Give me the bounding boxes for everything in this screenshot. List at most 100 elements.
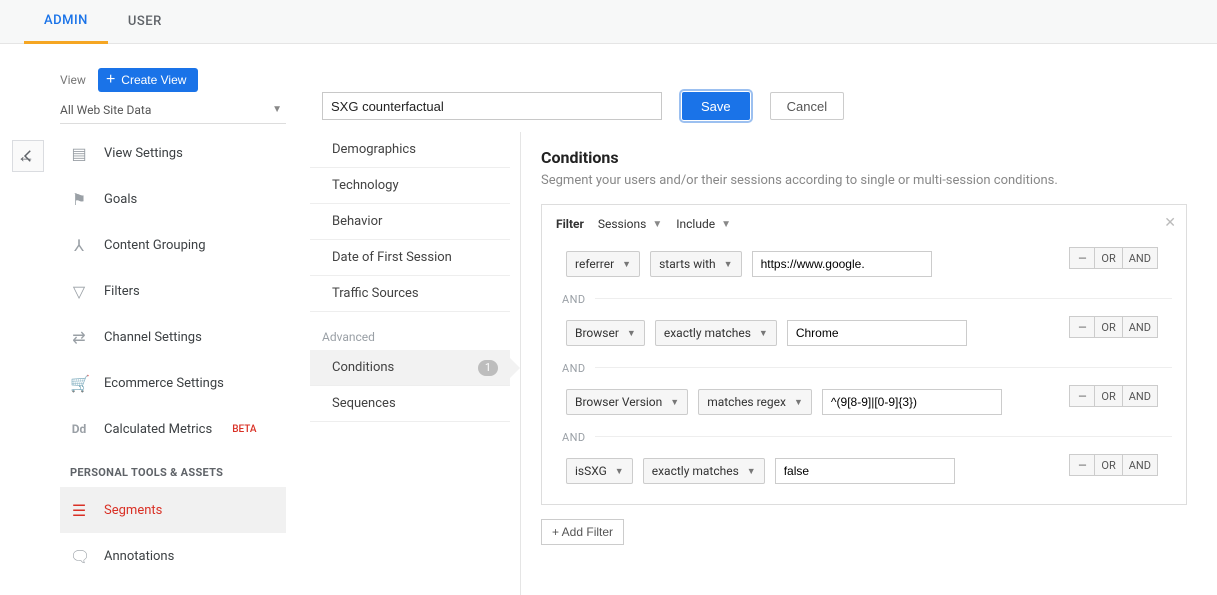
operator-value: matches regex [707, 395, 786, 409]
dimension-select[interactable]: isSXG▼ [566, 458, 633, 484]
caret-down-icon: ▼ [794, 397, 803, 408]
filter-mode-select[interactable]: Include ▼ [676, 217, 731, 231]
or-button[interactable]: OR [1094, 247, 1122, 269]
dimension-select[interactable]: Browser▼ [566, 320, 645, 346]
conditions-panel: Conditions Segment your users and/or the… [520, 132, 1207, 595]
operator-select[interactable]: starts with▼ [650, 251, 742, 277]
remove-row-button[interactable]: — [1069, 454, 1095, 476]
cat-sequences[interactable]: Sequences [310, 386, 510, 422]
category-list: Demographics Technology Behavior Date of… [310, 132, 510, 422]
remove-row-button[interactable]: — [1069, 316, 1095, 338]
and-label: AND [562, 431, 585, 444]
cat-conditions-label: Conditions [332, 360, 394, 375]
condition-row: isSXG▼ exactly matches▼ — OR AND [556, 450, 1172, 492]
conditions-title: Conditions [541, 148, 1187, 167]
nav-channel-settings[interactable]: ⇄ Channel Settings [60, 314, 286, 360]
nav-label: Calculated Metrics [104, 422, 212, 437]
add-filter-button[interactable]: + Add Filter [541, 519, 624, 545]
tab-admin[interactable]: ADMIN [24, 0, 108, 44]
beta-badge: BETA [232, 424, 256, 435]
caret-down-icon: ▼ [721, 219, 731, 230]
view-row: View + Create View [60, 68, 198, 92]
left-nav: ▤ View Settings ⚑ Goals ⅄ Content Groupi… [60, 130, 286, 579]
nav-annotations[interactable]: 🗨 Annotations [60, 533, 286, 579]
save-button[interactable]: Save [682, 92, 750, 120]
data-source-value: All Web Site Data [60, 103, 151, 117]
cat-technology[interactable]: Technology [310, 168, 510, 204]
cat-traffic-sources[interactable]: Traffic Sources [310, 276, 510, 312]
operator-select[interactable]: matches regex ▼ [698, 389, 812, 415]
nav-label: Segments [104, 503, 162, 518]
value-input[interactable] [822, 389, 1002, 415]
nav-label: Channel Settings [104, 330, 202, 345]
filter-box: ✕ Filter Sessions ▼ Include ▼ referrer▼ … [541, 204, 1187, 505]
condition-row: referrer▼ starts with▼ — OR AND [556, 243, 1172, 285]
cat-behavior[interactable]: Behavior [310, 204, 510, 240]
cart-icon: 🛒 [70, 374, 88, 393]
value-input[interactable] [752, 251, 932, 277]
cat-conditions[interactable]: Conditions 1 [310, 350, 510, 386]
caret-down-icon: ▼ [759, 328, 768, 339]
caret-down-icon: ▼ [724, 259, 733, 270]
nav-label: Goals [104, 192, 137, 207]
and-button[interactable]: AND [1122, 385, 1158, 407]
operator-value: exactly matches [664, 326, 751, 340]
or-button[interactable]: OR [1094, 385, 1122, 407]
cat-demographics[interactable]: Demographics [310, 132, 510, 168]
nav-label: Annotations [104, 549, 174, 564]
or-button[interactable]: OR [1094, 316, 1122, 338]
grouping-icon: ⅄ [70, 236, 88, 255]
remove-filter-button[interactable]: ✕ [1164, 215, 1176, 231]
dimension-value: Browser Version [575, 395, 662, 409]
filter-head: Filter Sessions ▼ Include ▼ [556, 217, 1172, 231]
conditions-desc: Segment your users and/or their sessions… [541, 173, 1187, 188]
tab-user[interactable]: USER [108, 0, 182, 44]
funnel-icon: ▽ [70, 282, 88, 301]
condition-row: Browser▼ exactly matches ▼ — OR AND [556, 312, 1172, 354]
nav-calculated-metrics[interactable]: Dd Calculated Metrics BETA [60, 406, 286, 452]
metrics-icon: Dd [70, 422, 88, 436]
and-button[interactable]: AND [1122, 316, 1158, 338]
and-button[interactable]: AND [1122, 247, 1158, 269]
caret-down-icon: ▼ [615, 466, 624, 477]
operator-select[interactable]: exactly matches▼ [643, 458, 765, 484]
value-input[interactable] [775, 458, 955, 484]
remove-row-button[interactable]: — [1069, 247, 1095, 269]
create-view-label: Create View [121, 73, 186, 87]
operator-select[interactable]: exactly matches ▼ [655, 320, 777, 346]
cancel-button[interactable]: Cancel [770, 92, 844, 120]
remove-row-button[interactable]: — [1069, 385, 1095, 407]
nav-label: Ecommerce Settings [104, 376, 224, 391]
dimension-select[interactable]: referrer▼ [566, 251, 640, 277]
dimension-select[interactable]: Browser Version ▼ [566, 389, 688, 415]
filter-mode-value: Include [676, 217, 715, 231]
caret-down-icon: ▼ [622, 259, 631, 270]
nav-filters[interactable]: ▽ Filters [60, 268, 286, 314]
page-icon: ▤ [70, 144, 88, 163]
caret-down-icon: ▼ [670, 397, 679, 408]
segment-name-input[interactable] [322, 92, 662, 120]
back-button[interactable]: ← [12, 140, 44, 172]
and-button[interactable]: AND [1122, 454, 1158, 476]
nav-section-personal: PERSONAL TOOLS & ASSETS [60, 452, 286, 487]
filter-label: Filter [556, 217, 584, 231]
and-separator: AND [556, 354, 1172, 381]
value-input[interactable] [787, 320, 967, 346]
nav-segments[interactable]: ☰ Segments [60, 487, 286, 533]
nav-ecommerce-settings[interactable]: 🛒 Ecommerce Settings [60, 360, 286, 406]
caret-down-icon: ▼ [627, 328, 636, 339]
caret-down-icon: ▼ [652, 219, 662, 230]
channel-icon: ⇄ [70, 328, 88, 347]
data-source-select[interactable]: All Web Site Data ▼ [60, 96, 286, 124]
or-button[interactable]: OR [1094, 454, 1122, 476]
nav-goals[interactable]: ⚑ Goals [60, 176, 286, 222]
and-separator: AND [556, 423, 1172, 450]
create-view-button[interactable]: + Create View [98, 68, 199, 92]
nav-content-grouping[interactable]: ⅄ Content Grouping [60, 222, 286, 268]
filter-scope-select[interactable]: Sessions ▼ [598, 217, 662, 231]
segment-header: Save Cancel [322, 92, 844, 120]
nav-view-settings[interactable]: ▤ View Settings [60, 130, 286, 176]
cat-date-first-session[interactable]: Date of First Session [310, 240, 510, 276]
view-label: View [60, 73, 86, 87]
operator-value: exactly matches [652, 464, 739, 478]
